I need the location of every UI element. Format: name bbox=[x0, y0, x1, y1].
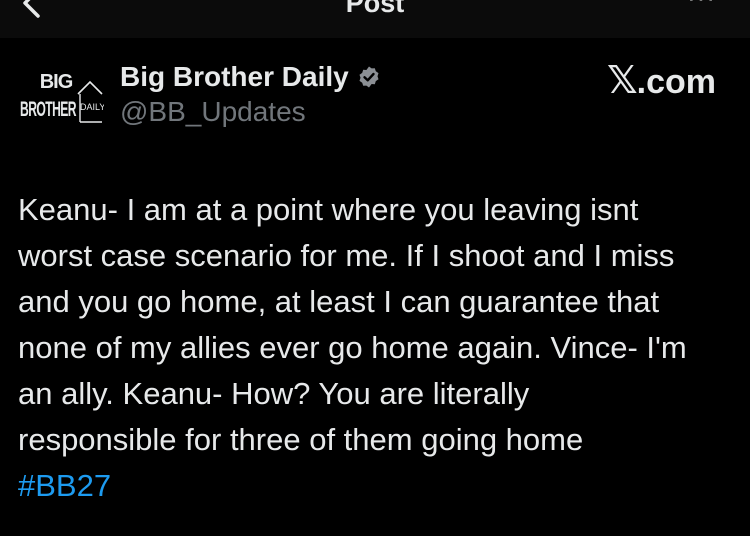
verified-badge-icon bbox=[359, 66, 379, 88]
post-line: and you go home, at least I can guarante… bbox=[18, 284, 660, 319]
hashtag-link[interactable]: #BB27 bbox=[18, 468, 111, 503]
svg-text:DAILY: DAILY bbox=[80, 102, 104, 112]
svg-text:BIG: BIG bbox=[40, 71, 73, 93]
post-line: responsible for three of them going home bbox=[18, 422, 584, 457]
post-line: an ally. Keanu- How? You are literally bbox=[18, 376, 530, 411]
x-logo-icon: 𝕏 bbox=[607, 60, 638, 102]
post-text: Keanu- I am at a point where you leaving… bbox=[18, 187, 738, 509]
top-navigation-bar: Post ··· bbox=[0, 0, 750, 38]
svg-text:BROTHER: BROTHER bbox=[20, 98, 76, 121]
source-watermark: 𝕏 .com bbox=[607, 58, 716, 103]
post-line: none of my allies ever go home again. Vi… bbox=[18, 330, 687, 365]
avatar[interactable]: BIG BROTHER DAILY bbox=[18, 64, 105, 126]
post-line: worst case scenario for me. If I shoot a… bbox=[18, 238, 675, 273]
author-handle[interactable]: @BB_Updates bbox=[120, 96, 381, 128]
post-line: Keanu- I am at a point where you leaving… bbox=[18, 192, 639, 227]
page-title: Post bbox=[345, 0, 405, 18]
source-domain: .com bbox=[636, 63, 716, 101]
post-author[interactable]: Big Brother Daily @BB_Updates bbox=[120, 60, 381, 128]
author-display-name[interactable]: Big Brother Daily bbox=[120, 61, 349, 93]
big-brother-daily-logo: BIG BROTHER DAILY bbox=[20, 71, 105, 123]
more-options-button[interactable]: ··· bbox=[687, 0, 716, 13]
